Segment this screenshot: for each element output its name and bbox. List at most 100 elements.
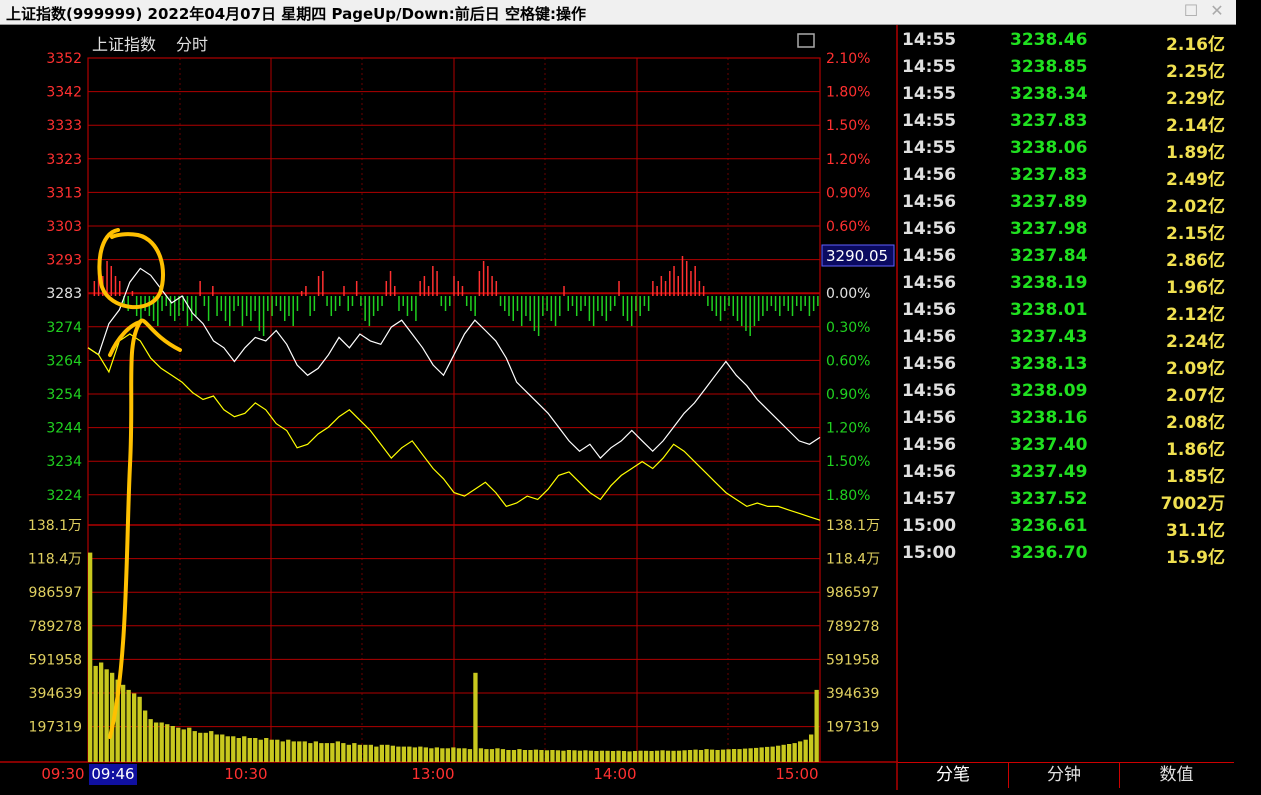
- tick-time: 14:56: [902, 246, 957, 266]
- volume-bar: [798, 741, 803, 762]
- tick-price: 3238.85: [1010, 57, 1088, 77]
- tick-price: 3238.34: [1010, 84, 1088, 104]
- volume-bar: [693, 749, 698, 762]
- volume-bar: [676, 750, 682, 762]
- volume-bar: [286, 739, 291, 762]
- price-tick-label: 3303: [46, 219, 82, 235]
- maximize-icon[interactable]: ☐: [1182, 2, 1200, 20]
- tick-time: 14:55: [902, 111, 957, 131]
- pct-tick-label: 1.50%: [826, 454, 870, 470]
- volume-bar: [638, 750, 643, 762]
- tick-row: 14:56 3237.49 1.85亿: [898, 462, 1233, 489]
- tick-time: 14:56: [902, 435, 957, 455]
- volume-bar: [737, 749, 742, 762]
- volume-bar: [159, 722, 164, 762]
- volume-bar: [99, 662, 104, 762]
- time-axis-label: 10:30: [224, 765, 267, 783]
- volume-bar: [792, 743, 797, 762]
- volume-tick-label-right: 591958: [826, 652, 879, 668]
- tick-price: 3238.01: [1010, 300, 1088, 320]
- volume-bar: [401, 746, 406, 762]
- volume-bar: [165, 724, 170, 762]
- volume-bar: [352, 743, 357, 762]
- pct-tick-label: 1.50%: [826, 118, 870, 134]
- volume-bar: [192, 731, 197, 762]
- volume-bar: [649, 751, 654, 762]
- price-tick-label: 3234: [46, 454, 82, 470]
- volume-bar: [330, 743, 335, 762]
- volume-bar: [682, 750, 687, 762]
- volume-bar: [731, 749, 737, 762]
- tab-minutes[interactable]: 分钟: [1009, 763, 1120, 788]
- tick-row: 15:00 3236.70 15.9亿: [898, 543, 1233, 570]
- volume-bar: [759, 747, 764, 762]
- tick-row: 14:55 3238.06 1.89亿: [898, 138, 1233, 165]
- tick-volume: 2.25亿: [1166, 62, 1225, 82]
- volume-bar: [434, 747, 439, 762]
- volume-bar: [473, 672, 478, 762]
- tick-price: 3237.52: [1010, 489, 1088, 509]
- tick-volume: 2.02亿: [1166, 197, 1225, 217]
- volume-bar: [302, 741, 307, 762]
- volume-tick-label: 394639: [29, 686, 82, 702]
- intraday-chart[interactable]: 3352 2.10% 3342 1.80% 3333 1.50% 3323 1.20% 3313…: [0, 25, 898, 790]
- cursor-time-label: 09:46: [91, 765, 134, 783]
- time-axis-label: 14:00: [593, 765, 636, 783]
- volume-bar: [374, 746, 379, 762]
- tick-row: 14:56 3237.43 2.24亿: [898, 327, 1233, 354]
- volume-bar: [478, 748, 484, 762]
- window-titlebar: 上证指数(999999) 2022年04月07日 星期四 PageUp/Down…: [0, 0, 1236, 25]
- volume-bar: [187, 727, 192, 762]
- tick-time: 14:56: [902, 354, 957, 374]
- volume-bar: [132, 693, 137, 762]
- volume-bar: [368, 744, 373, 762]
- tick-time: 15:00: [902, 543, 957, 563]
- volume-tick-label: 986597: [29, 585, 82, 601]
- volume-bar: [176, 727, 181, 762]
- right-edge-panel: [1236, 0, 1261, 795]
- tick-row: 14:56 3237.40 1.86亿: [898, 435, 1233, 462]
- volume-bar: [715, 750, 720, 762]
- tick-volume: 2.15亿: [1166, 224, 1225, 244]
- volume-bar: [754, 747, 759, 762]
- volume-bar: [698, 750, 704, 762]
- tab-values[interactable]: 数值: [1120, 763, 1233, 788]
- tick-time: 14:56: [902, 219, 957, 239]
- tick-row: 14:57 3237.52 7002万: [898, 489, 1233, 516]
- volume-bar: [231, 736, 236, 762]
- volume-bar: [170, 726, 175, 762]
- panel-toggle-icon[interactable]: [797, 33, 815, 48]
- close-icon[interactable]: ✕: [1208, 2, 1226, 20]
- volume-bar: [605, 750, 610, 762]
- volume-bar: [341, 743, 346, 762]
- volume-bar: [539, 750, 544, 762]
- volume-bar: [709, 749, 715, 762]
- tab-ticks[interactable]: 分笔: [898, 763, 1009, 788]
- volume-bar: [242, 736, 247, 762]
- tick-price: 3238.06: [1010, 138, 1088, 158]
- tick-volume: 1.85亿: [1166, 467, 1225, 487]
- volume-bar: [462, 748, 467, 762]
- tick-price: 3238.13: [1010, 354, 1088, 374]
- pct-tick-label: 1.80%: [826, 488, 870, 504]
- tick-row: 14:56 3237.89 2.02亿: [898, 192, 1233, 219]
- bottom-tabs: 分笔 分钟 数值: [898, 762, 1234, 788]
- volume-bar: [704, 749, 709, 762]
- volume-bar: [770, 746, 775, 762]
- price-tick-label: 3264: [46, 353, 82, 369]
- volume-bar: [577, 750, 583, 762]
- tick-time: 14:56: [902, 381, 957, 401]
- volume-tick-label-right: 986597: [826, 585, 879, 601]
- tick-row: 14:56 3238.01 2.12亿: [898, 300, 1233, 327]
- tick-price: 3237.40: [1010, 435, 1088, 455]
- volume-tick-label-right: 789278: [826, 619, 879, 635]
- volume-bar: [809, 734, 814, 762]
- volume-bar: [528, 750, 533, 762]
- volume-bar: [220, 734, 225, 762]
- volume-bar: [643, 750, 649, 762]
- pct-tick-label: 2.10%: [826, 51, 870, 67]
- volume-bar: [787, 744, 792, 762]
- time-axis-label: 15:00: [775, 765, 818, 783]
- pct-tick-label: 0.90%: [826, 387, 870, 403]
- volume-bar: [313, 741, 318, 762]
